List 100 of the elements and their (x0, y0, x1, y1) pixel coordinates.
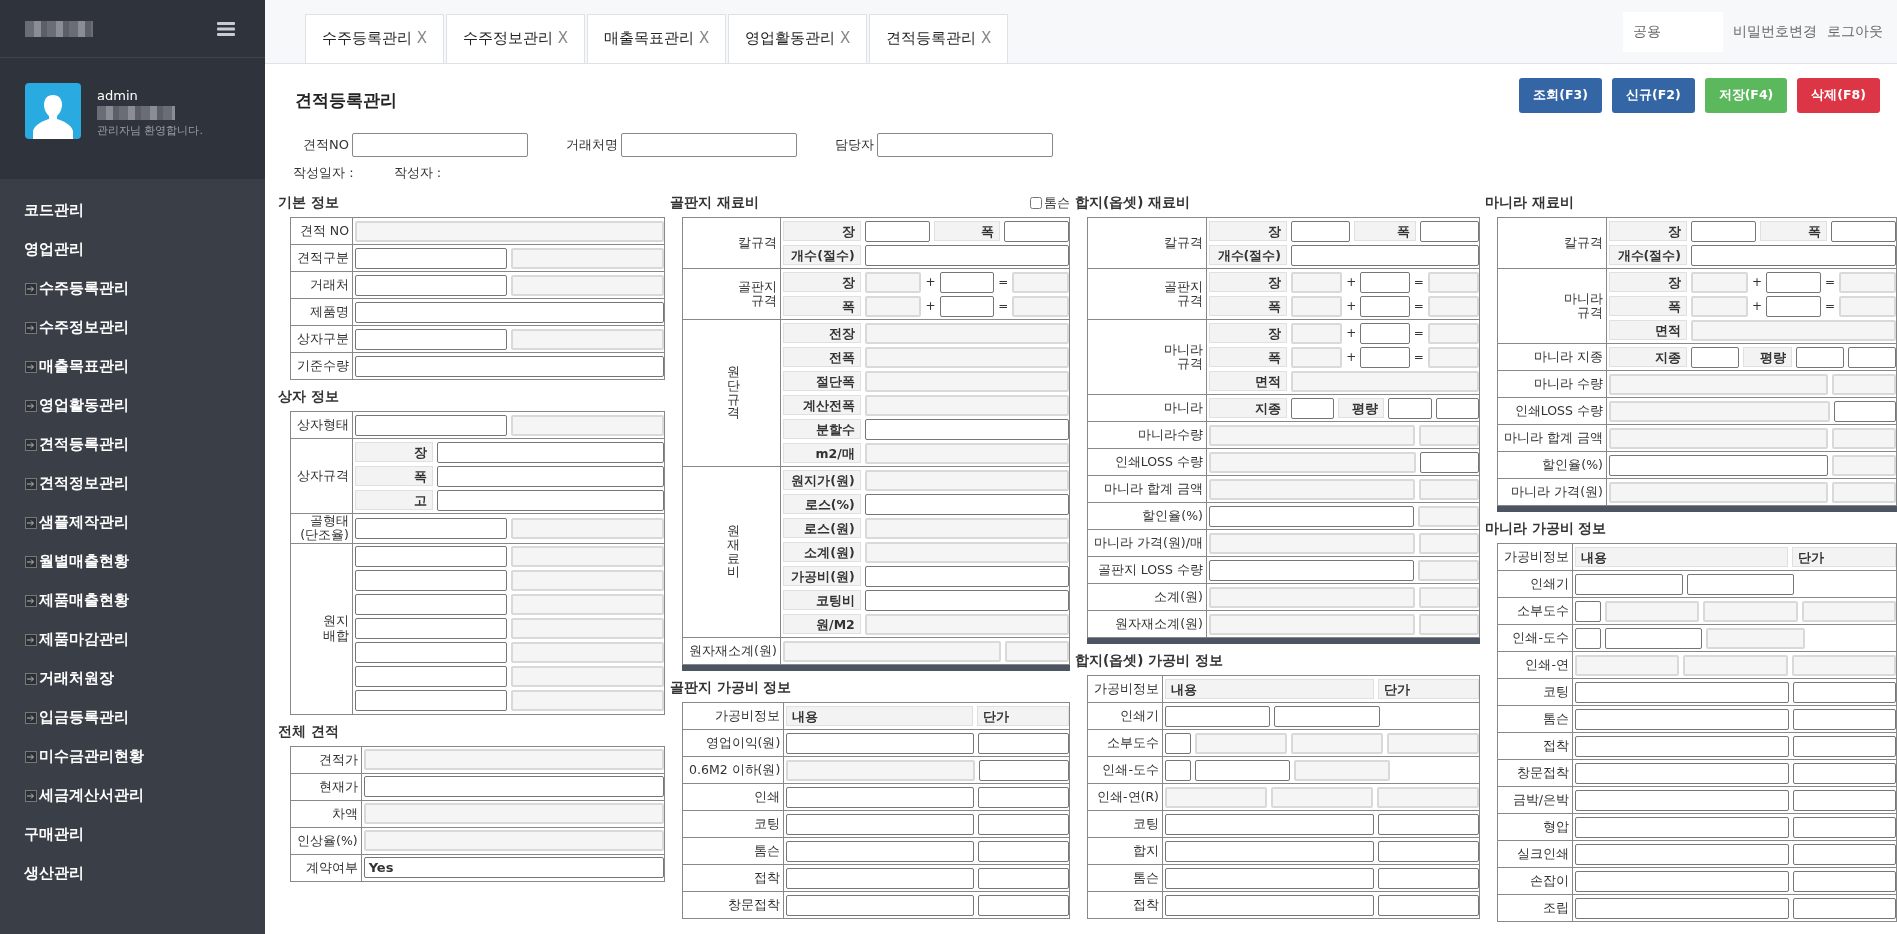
text-field[interactable] (1165, 840, 1375, 862)
text-field[interactable] (1360, 346, 1410, 368)
text-field[interactable] (786, 894, 975, 916)
readonly-field[interactable] (864, 271, 922, 293)
text-field[interactable] (355, 618, 507, 640)
text-field[interactable] (1388, 397, 1432, 419)
tab[interactable]: 수주정보관리 X (446, 14, 586, 63)
readonly-field[interactable] (510, 690, 664, 712)
text-field[interactable] (1165, 813, 1375, 835)
text-field[interactable] (1420, 451, 1479, 473)
text-field[interactable] (978, 840, 1069, 862)
readonly-field[interactable] (1290, 370, 1479, 392)
text-field[interactable] (978, 813, 1069, 835)
text-field[interactable] (1575, 816, 1790, 838)
readonly-field[interactable] (1427, 346, 1479, 368)
readonly-field[interactable] (1208, 613, 1415, 635)
text-field[interactable] (864, 220, 930, 242)
readonly-field[interactable] (1387, 732, 1479, 754)
text-field[interactable] (1360, 322, 1410, 344)
readonly-field[interactable] (510, 517, 664, 539)
text-field[interactable] (786, 813, 975, 835)
text-field[interactable] (1690, 244, 1896, 266)
text-field[interactable] (1608, 454, 1828, 476)
close-button[interactable]: X (416, 29, 428, 47)
text-field[interactable] (355, 517, 507, 539)
submenu-item[interactable]: 세금계산서관리 (0, 776, 168, 815)
text-field[interactable] (1766, 295, 1821, 317)
readonly-field[interactable] (510, 642, 664, 664)
readonly-field[interactable] (363, 749, 664, 771)
readonly-field[interactable] (1832, 427, 1896, 449)
text-field[interactable] (355, 690, 507, 712)
readonly-field[interactable] (864, 541, 1069, 563)
text-field[interactable] (1575, 843, 1790, 865)
readonly-field[interactable] (1690, 271, 1748, 293)
text-field[interactable] (1793, 789, 1896, 811)
text-field[interactable] (1793, 735, 1896, 757)
text-field[interactable] (978, 759, 1069, 781)
text-field[interactable] (1686, 573, 1795, 595)
submenu-item[interactable]: 매출목표관리 (0, 347, 153, 386)
readonly-field[interactable] (510, 247, 664, 269)
text-field[interactable] (355, 274, 507, 296)
readonly-field[interactable] (510, 618, 664, 640)
readonly-field[interactable] (510, 594, 664, 616)
text-field[interactable] (939, 295, 995, 317)
text-field[interactable] (1575, 681, 1790, 703)
close-button[interactable]: X (839, 29, 851, 47)
menu-icon[interactable] (217, 20, 235, 37)
readonly-field[interactable] (1706, 627, 1805, 649)
text-field[interactable] (1195, 759, 1290, 781)
small-field[interactable] (1165, 732, 1191, 754)
readonly-field[interactable] (1290, 322, 1343, 344)
readonly-field[interactable] (864, 517, 1069, 539)
text-field[interactable] (1793, 708, 1896, 730)
text-field[interactable] (939, 271, 995, 293)
text-field[interactable] (1378, 840, 1479, 862)
readonly-field[interactable] (1290, 271, 1343, 293)
readonly-field[interactable] (864, 295, 922, 317)
text-field[interactable] (1793, 681, 1896, 703)
readonly-field[interactable] (1831, 454, 1896, 476)
readonly-field[interactable] (1801, 600, 1896, 622)
readonly-field[interactable] (1427, 271, 1479, 293)
text-field[interactable] (978, 786, 1069, 808)
text-field[interactable] (355, 247, 507, 269)
submenu-item[interactable]: 월별매출현황 (0, 542, 153, 581)
text-field[interactable] (437, 489, 664, 511)
submenu-item[interactable]: 견적정보관리 (0, 464, 153, 503)
readonly-field[interactable] (864, 394, 1069, 416)
text-field[interactable] (1378, 813, 1479, 835)
readonly-field[interactable] (1683, 654, 1788, 676)
small-field[interactable] (1575, 600, 1601, 622)
readonly-field[interactable] (1271, 786, 1373, 808)
readonly-field[interactable] (1690, 319, 1896, 341)
tab[interactable]: 영업활동관리 X (728, 14, 868, 63)
text-field[interactable] (1360, 295, 1410, 317)
text-field[interactable] (786, 840, 975, 862)
text-field[interactable] (1208, 505, 1415, 527)
search-field[interactable] (876, 133, 1053, 157)
readonly-field[interactable] (1608, 481, 1829, 503)
readonly-field[interactable] (1208, 478, 1415, 500)
readonly-field[interactable] (1290, 346, 1343, 368)
readonly-field[interactable] (510, 414, 664, 436)
text-field[interactable] (1290, 220, 1351, 242)
readonly-field[interactable] (1839, 271, 1896, 293)
readonly-field[interactable] (1208, 532, 1415, 554)
text-field[interactable] (1793, 843, 1896, 865)
submenu-item[interactable]: 샘플제작관리 (0, 503, 153, 542)
text-field[interactable] (864, 565, 1069, 587)
readonly-field[interactable] (1012, 271, 1069, 293)
readonly-field[interactable] (1839, 295, 1896, 317)
text-field[interactable] (363, 776, 664, 798)
text-field[interactable] (1360, 271, 1410, 293)
readonly-field[interactable] (1791, 654, 1896, 676)
readonly-field[interactable] (1608, 373, 1829, 395)
text-field[interactable] (1793, 816, 1896, 838)
header-link[interactable]: 로그아웃 (1827, 22, 1883, 41)
menu-item[interactable]: 코드관리 (0, 191, 108, 230)
submenu-item[interactable]: 수주정보관리 (0, 308, 153, 347)
readonly-field[interactable] (1418, 532, 1479, 554)
text-field[interactable] (1793, 870, 1896, 892)
text-field[interactable] (1605, 627, 1702, 649)
